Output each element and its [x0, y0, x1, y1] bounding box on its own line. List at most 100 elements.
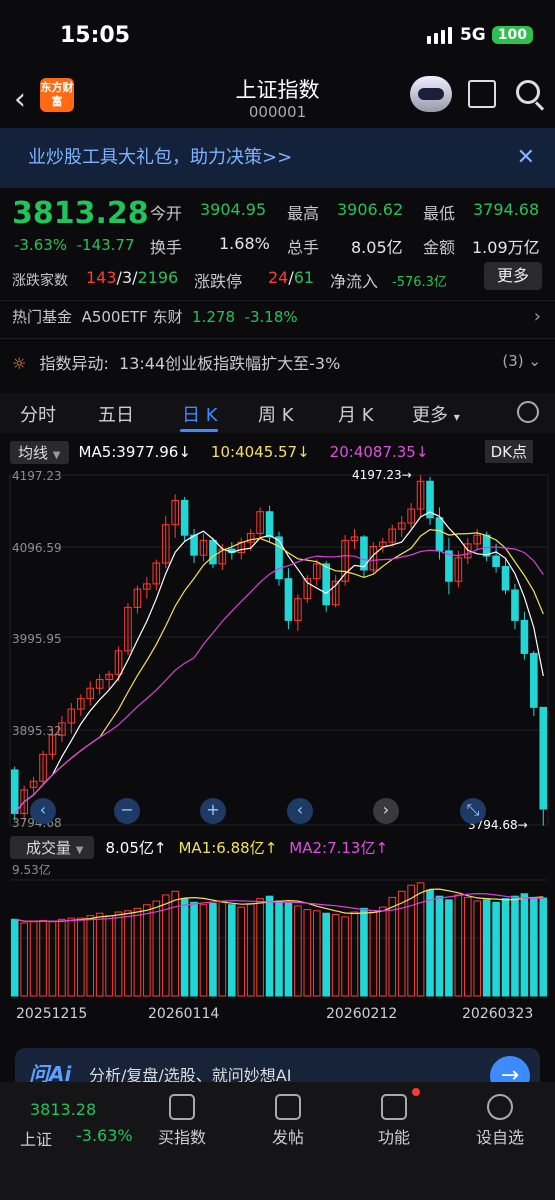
- volume-bar: [76, 917, 85, 997]
- share-icon[interactable]: [468, 80, 496, 108]
- more-icon: [487, 1094, 513, 1120]
- volume-bar: [237, 906, 246, 997]
- x-date-label: 20260323: [462, 1006, 533, 1022]
- prev-button[interactable]: ‹: [287, 798, 313, 824]
- candles: [10, 475, 548, 826]
- volume-bar: [539, 897, 548, 997]
- volume-bar: [473, 900, 482, 997]
- max-price-label: 4197.23→: [352, 468, 412, 482]
- volume-bar: [180, 898, 189, 997]
- caret-down-icon: ▼: [52, 449, 61, 461]
- settings-icon[interactable]: [517, 401, 539, 423]
- tab-daily-k[interactable]: 日 K: [182, 401, 218, 427]
- scroll-left-button[interactable]: ‹: [30, 798, 56, 824]
- grid-icon: [381, 1094, 407, 1120]
- volume-bar: [209, 902, 217, 997]
- volume-selector[interactable]: 成交量 ▼: [10, 836, 94, 859]
- divider: [0, 300, 555, 301]
- signal-icon: [426, 26, 452, 44]
- zoom-in-button[interactable]: +: [200, 798, 226, 824]
- volume-bar: [530, 896, 538, 997]
- period-tabs: 分时 五日 日 K 周 K 月 K 更多 ▾: [0, 393, 555, 433]
- promo-banner[interactable]: 业炒股工具大礼包，助力决策>> ✕: [0, 128, 555, 188]
- x-date-label: 20260114: [148, 1006, 219, 1022]
- current-price: 3813.28: [12, 196, 149, 231]
- candle-body: [435, 517, 444, 552]
- volume-bar: [416, 882, 425, 997]
- volume-value-text: 8.05亿: [105, 839, 154, 857]
- add-watchlist-button[interactable]: 设自选: [460, 1090, 540, 1148]
- volume-chart[interactable]: 9.53亿 20251215 20260114 20260212 2026032…: [0, 858, 555, 1043]
- volume-bar: [124, 910, 132, 997]
- turnover-label: 换手: [150, 238, 183, 257]
- volume-ma1: MA1:6.88亿↑: [178, 839, 278, 857]
- battery-icon: 100: [491, 26, 533, 44]
- robot-assistant-icon[interactable]: [410, 76, 452, 112]
- x-date-label: 20251215: [16, 1006, 87, 1022]
- nav-label: 买指数: [157, 1128, 206, 1147]
- post-button[interactable]: 发帖: [248, 1090, 328, 1148]
- price-change: -3.63% -143.77: [14, 236, 135, 254]
- next-button[interactable]: ›: [373, 798, 399, 824]
- tab-monthly-k[interactable]: 月 K: [338, 401, 374, 427]
- candlestick-chart[interactable]: 4197.23 4096.59 3995.95 3895.32 3794.68 …: [0, 465, 555, 835]
- tab-more[interactable]: 更多 ▾: [412, 401, 460, 427]
- close-icon[interactable]: ✕: [517, 128, 535, 188]
- ma10-label: 10:4045.57↓: [210, 443, 310, 461]
- ma10-value: 10:4045.57: [210, 443, 298, 461]
- banner-text: 业炒股工具大礼包，助力决策>>: [28, 147, 293, 168]
- hot-fund-row[interactable]: 热门基金 A500ETF 东财 1.278 -3.18%: [12, 306, 298, 327]
- volume-bar: [322, 912, 330, 997]
- volume-bar: [520, 893, 529, 997]
- buy-index-button[interactable]: 买指数: [142, 1090, 222, 1148]
- breadth-label: 涨跌家数: [12, 273, 68, 289]
- index-alert-row[interactable]: ☼ 指数异动: 13:44创业板指跌幅扩大至-3%: [12, 350, 340, 374]
- tab-five-day[interactable]: 五日: [98, 401, 134, 427]
- edit-icon: [275, 1094, 301, 1120]
- candle-body: [492, 555, 500, 567]
- candle-body: [284, 578, 293, 621]
- more-button[interactable]: 更多: [484, 262, 542, 290]
- volume-bar: [501, 898, 510, 997]
- nav-pct: -3.63%: [76, 1126, 133, 1145]
- indicator-selector[interactable]: 均线 ▼: [10, 440, 69, 464]
- tab-intraday[interactable]: 分时: [20, 401, 56, 427]
- volume-bar: [143, 904, 151, 997]
- volume-bar: [445, 899, 453, 997]
- zoom-out-button[interactable]: −: [114, 798, 140, 824]
- y-tick-label: 4096.59: [12, 541, 62, 555]
- nav-index-name: 上证: [20, 1130, 53, 1149]
- chevron-right-icon[interactable]: ›: [534, 306, 541, 327]
- alert-count[interactable]: (3) ⌄: [502, 352, 541, 370]
- fund-name: A500ETF 东财: [81, 308, 183, 326]
- dk-point-button[interactable]: DK点: [484, 440, 533, 463]
- high-value: 3906.62: [337, 200, 404, 219]
- status-time: 15:05: [60, 22, 131, 48]
- fund-pct: -3.18%: [244, 308, 298, 326]
- volume-bar: [303, 909, 312, 997]
- candle-body: [360, 536, 368, 571]
- volume-bar: [256, 898, 264, 997]
- breadth-down: 2196: [137, 268, 179, 287]
- indicator-selector-label: 均线: [18, 443, 49, 462]
- breadth-up: 143: [86, 268, 117, 287]
- search-icon[interactable]: [516, 80, 540, 104]
- y-axis-labels: 4197.23 4096.59 3995.95 3895.32 3794.68: [12, 469, 62, 830]
- alert-text: 13:44创业板指跌幅扩大至-3%: [119, 354, 341, 373]
- candle-body: [482, 534, 491, 557]
- chart-grid: [9, 474, 549, 826]
- volume-value: 8.05亿: [351, 238, 403, 257]
- fund-label: 热门基金: [12, 308, 73, 326]
- expand-button[interactable]: ⤡: [460, 798, 486, 824]
- functions-button[interactable]: 功能: [354, 1090, 434, 1148]
- volume-bar: [492, 901, 500, 997]
- candle-body: [539, 706, 548, 810]
- volume-bar: [29, 921, 38, 997]
- volume-bar: [152, 900, 161, 997]
- volume-bar: [86, 915, 95, 997]
- bottom-nav: 3813.28 上证 -3.63% 买指数 发帖 功能 设自选: [0, 1082, 555, 1200]
- candle-body: [180, 499, 189, 536]
- tab-weekly-k[interactable]: 周 K: [258, 401, 294, 427]
- status-icons: 5G 100: [426, 25, 533, 45]
- volume-max-tick: 9.53亿: [12, 862, 51, 877]
